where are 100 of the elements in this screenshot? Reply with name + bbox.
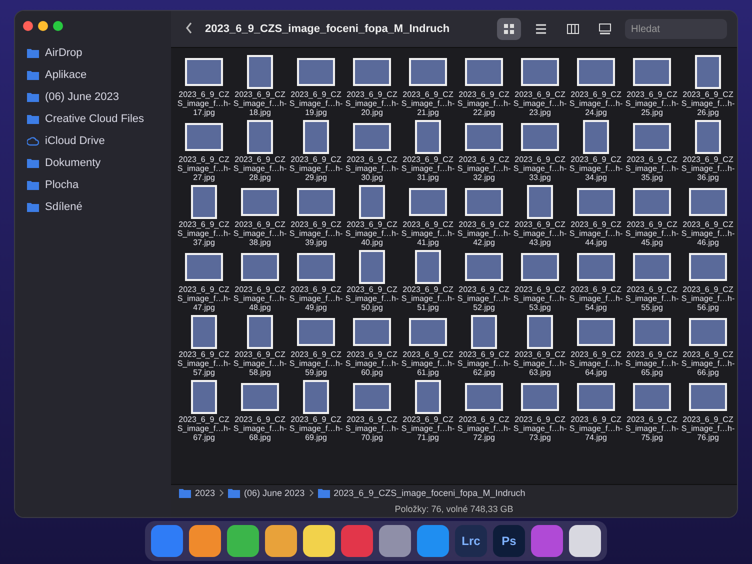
file-name: 2023_6_9_CZS_image_f…h-68.jpg — [233, 415, 287, 442]
photo-placeholder[interactable] — [185, 58, 223, 86]
photo-placeholder[interactable] — [191, 380, 217, 414]
photo-placeholder[interactable] — [409, 318, 447, 346]
photo-placeholder[interactable] — [247, 55, 273, 89]
photo-placeholder[interactable] — [185, 123, 223, 151]
photo-placeholder[interactable] — [353, 58, 391, 86]
file-name: 2023_6_9_CZS_image_f…h-33.jpg — [513, 155, 567, 182]
photo-placeholder[interactable] — [303, 380, 329, 414]
photo-placeholder[interactable] — [465, 383, 503, 411]
photo-placeholder[interactable] — [359, 185, 385, 219]
photo-placeholder[interactable] — [689, 188, 727, 216]
photo-placeholder[interactable] — [695, 55, 721, 89]
file-name: 2023_6_9_CZS_image_f…h-48.jpg — [233, 285, 287, 312]
app-icon[interactable]: Ps — [493, 525, 525, 557]
app-icon[interactable] — [379, 525, 411, 557]
photo-placeholder[interactable] — [353, 318, 391, 346]
photo-placeholder[interactable] — [241, 253, 279, 281]
photo-placeholder[interactable] — [247, 120, 273, 154]
photo-placeholder[interactable] — [353, 123, 391, 151]
close-button[interactable] — [23, 21, 33, 31]
photo-placeholder[interactable] — [465, 188, 503, 216]
photo-placeholder[interactable] — [465, 253, 503, 281]
photo-placeholder[interactable] — [297, 253, 335, 281]
photo-placeholder[interactable] — [353, 383, 391, 411]
app-icon[interactable] — [265, 525, 297, 557]
sidebar-item[interactable]: (06) June 2023 — [23, 89, 163, 105]
photo-placeholder[interactable] — [191, 185, 217, 219]
folder-icon — [27, 114, 39, 124]
photo-placeholder[interactable] — [583, 120, 609, 154]
zoom-button[interactable] — [53, 21, 63, 31]
app-icon[interactable]: Lrc — [455, 525, 487, 557]
app-icon[interactable] — [303, 525, 335, 557]
path-item[interactable]: 2023_6_9_CZS_image_foceni_fopa_M_Indruch — [334, 488, 526, 498]
photo-placeholder[interactable] — [521, 383, 559, 411]
app-icon[interactable] — [227, 525, 259, 557]
view-button[interactable] — [497, 18, 521, 40]
photo-placeholder[interactable] — [577, 318, 615, 346]
path-item[interactable]: 2023 — [195, 488, 216, 498]
file-name: 2023_6_9_CZS_image_f…h-25.jpg — [625, 90, 679, 117]
file-name: 2023_6_9_CZS_image_f…h-57.jpg — [177, 350, 231, 377]
file-name: 2023_6_9_CZS_image_f…h-49.jpg — [289, 285, 343, 312]
file-name: 2023_6_9_CZS_image_f…h-37.jpg — [177, 220, 231, 247]
chevron-right-icon — [308, 489, 314, 497]
photo-placeholder[interactable] — [521, 123, 559, 151]
minimize-button[interactable] — [38, 21, 48, 31]
photo-placeholder[interactable] — [527, 185, 553, 219]
photo-placeholder[interactable] — [521, 253, 559, 281]
photo-placeholder[interactable] — [409, 58, 447, 86]
photo-placeholder[interactable] — [689, 253, 727, 281]
file-name: 2023_6_9_CZS_image_f…h-52.jpg — [457, 285, 511, 312]
photo-placeholder[interactable] — [577, 253, 615, 281]
photo-placeholder[interactable] — [577, 383, 615, 411]
photo-placeholder[interactable] — [633, 123, 671, 151]
photo-placeholder[interactable] — [633, 188, 671, 216]
photo-placeholder[interactable] — [415, 120, 441, 154]
sidebar-item[interactable]: iCloud Drive — [23, 133, 163, 149]
search-field[interactable]: Hledat — [625, 19, 727, 39]
photo-placeholder[interactable] — [521, 58, 559, 86]
photo-placeholder[interactable] — [527, 315, 553, 349]
photo-placeholder[interactable] — [633, 253, 671, 281]
app-icon[interactable] — [417, 525, 449, 557]
photo-placeholder[interactable] — [297, 188, 335, 216]
sidebar-item[interactable]: Creative Cloud Files — [23, 111, 163, 127]
file-name: 2023_6_9_CZS_image_f…h-59.jpg — [289, 350, 343, 377]
photo-placeholder[interactable] — [465, 58, 503, 86]
sidebar-item[interactable]: AirDrop — [23, 45, 163, 61]
photo-placeholder[interactable] — [577, 188, 615, 216]
photo-placeholder[interactable] — [241, 188, 279, 216]
file-name: 2023_6_9_CZS_image_f…h-36.jpg — [681, 155, 735, 182]
photo-placeholder[interactable] — [303, 120, 329, 154]
photo-placeholder[interactable] — [191, 315, 217, 349]
file-name: 2023_6_9_CZS_image_f…h-35.jpg — [625, 155, 679, 182]
app-icon[interactable] — [569, 525, 601, 557]
photo-placeholder[interactable] — [465, 123, 503, 151]
photo-placeholder[interactable] — [633, 318, 671, 346]
photo-placeholder[interactable] — [415, 380, 441, 414]
photo-placeholder[interactable] — [633, 383, 671, 411]
sidebar-item[interactable]: Dokumenty — [23, 155, 163, 171]
path-item[interactable]: (06) June 2023 — [244, 488, 305, 498]
photo-placeholder[interactable] — [297, 318, 335, 346]
file-name: 2023_6_9_CZS_image_f…h-55.jpg — [625, 285, 679, 312]
photo-placeholder[interactable] — [415, 250, 441, 284]
photo-placeholder[interactable] — [577, 58, 615, 86]
photo-placeholder[interactable] — [241, 383, 279, 411]
photo-placeholder[interactable] — [689, 318, 727, 346]
app-icon[interactable] — [189, 525, 221, 557]
photo-placeholder[interactable] — [689, 383, 727, 411]
photo-placeholder[interactable] — [247, 315, 273, 349]
photo-placeholder[interactable] — [633, 58, 671, 86]
photo-placeholder[interactable] — [297, 58, 335, 86]
sidebar-item[interactable]: Sdílené — [23, 199, 163, 215]
photo-placeholder[interactable] — [359, 250, 385, 284]
photo-placeholder[interactable] — [409, 188, 447, 216]
sidebar-item[interactable]: Aplikace — [23, 67, 163, 83]
file-name: 2023_6_9_CZS_image_f…h-62.jpg — [457, 350, 511, 377]
photo-placeholder[interactable] — [695, 120, 721, 154]
photo-placeholder[interactable] — [185, 253, 223, 281]
sidebar-item[interactable]: Plocha — [23, 177, 163, 193]
photo-placeholder[interactable] — [471, 315, 497, 349]
